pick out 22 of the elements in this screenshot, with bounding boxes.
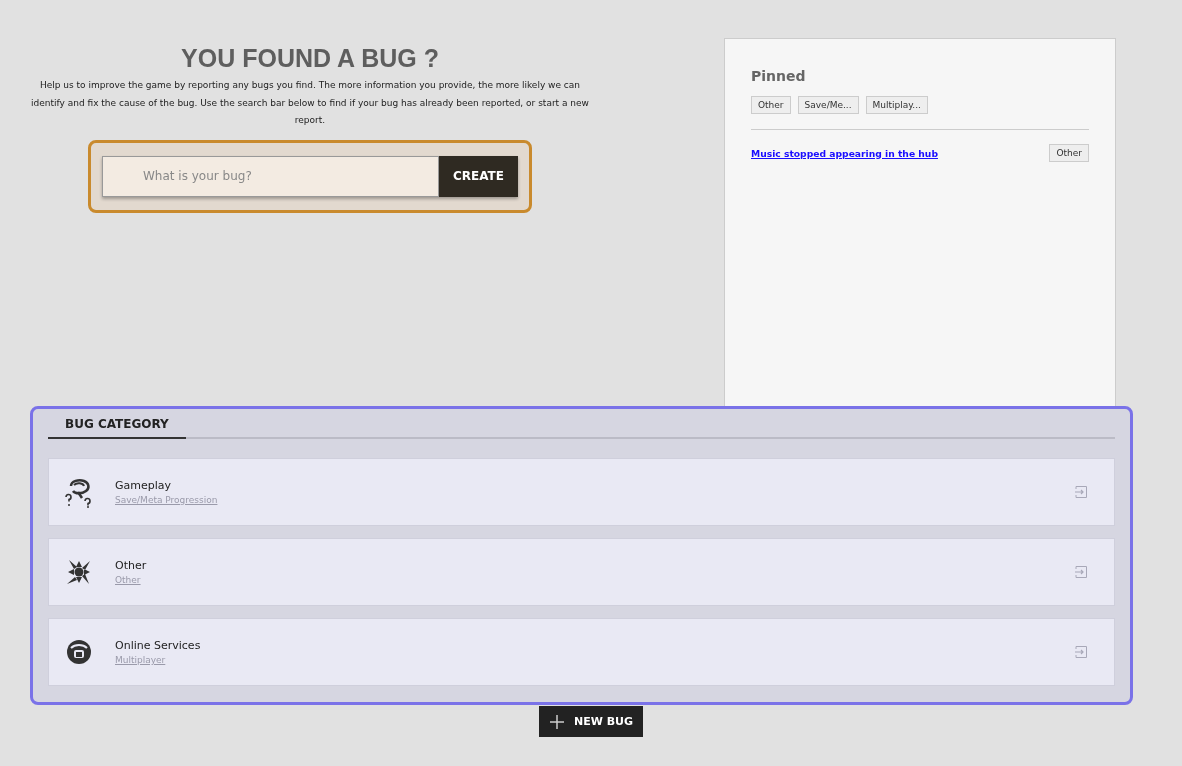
- filter-chip[interactable]: Save/Me...: [797, 96, 859, 114]
- category-item[interactable]: Gameplay Save/Meta Progression: [48, 458, 1115, 526]
- category-item[interactable]: Online Services Multiplayer: [48, 618, 1115, 686]
- enter-icon: [1074, 485, 1088, 499]
- create-button[interactable]: CREATE: [439, 155, 518, 197]
- enter-icon: [1074, 565, 1088, 579]
- filter-chip[interactable]: Other: [751, 96, 791, 114]
- category-name: Online Services: [115, 639, 202, 652]
- category-item[interactable]: Other Other: [48, 538, 1115, 606]
- enter-icon: [1074, 645, 1088, 659]
- filter-chip[interactable]: Multiplay...: [865, 96, 928, 114]
- pinned-title: Pinned: [751, 68, 807, 84]
- category-name: Other: [115, 559, 148, 572]
- new-bug-button[interactable]: NEW BUG: [539, 706, 643, 737]
- page-title: YOU FOUND A BUG ?: [181, 44, 439, 73]
- tag-label: Other: [1049, 144, 1089, 162]
- search-field[interactable]: What is your bug?: [102, 155, 439, 197]
- plus-icon: [549, 713, 565, 730]
- description-text: Help us to improve the game by reporting any bugs you find. The more information you provide, the more likely we can identify and fix the cause of the bug. Use the search bar below to find if your bug has already been reported, or start a new report.: [30, 79, 590, 127]
- category-name: Gameplay: [115, 479, 173, 492]
- pinned-link[interactable]: Music stopped appearing in the hub: [751, 147, 938, 159]
- category-tab[interactable]: BUG CATEGORY: [48, 413, 186, 439]
